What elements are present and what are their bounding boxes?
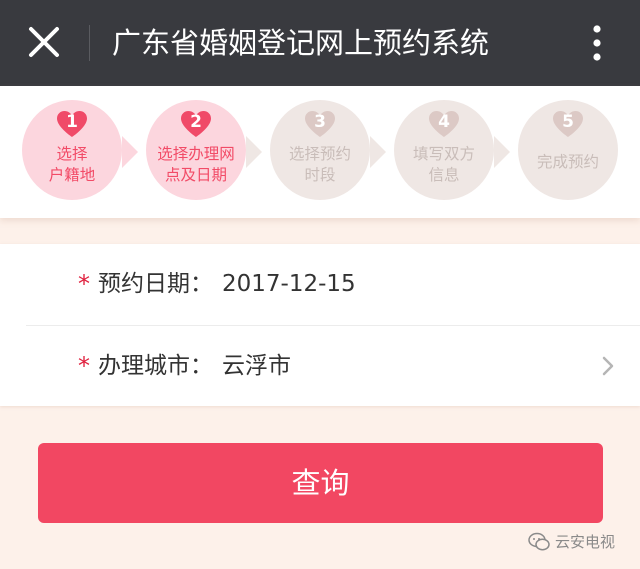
step-3: 3 选择预约 时段 xyxy=(270,100,370,200)
step-1: 1 选择 户籍地 xyxy=(22,100,122,200)
close-button[interactable] xyxy=(24,22,64,62)
step-arrow xyxy=(370,136,386,168)
step-arrow xyxy=(494,136,510,168)
city-select[interactable]: * 办理城市： 云浮市 xyxy=(0,326,640,406)
more-vertical-icon xyxy=(593,25,601,61)
date-field: * 预约日期： 2017-12-15 xyxy=(0,244,640,324)
step-number: 5 xyxy=(562,112,574,132)
step-label: 填写双方 信息 xyxy=(412,145,475,184)
wechat-icon xyxy=(528,532,550,551)
query-button[interactable]: 查询 xyxy=(38,443,603,523)
step-arrow xyxy=(122,136,138,168)
step-number: 1 xyxy=(66,112,78,132)
city-label: 办理城市： xyxy=(98,353,213,379)
watermark-text: 云安电视 xyxy=(555,533,616,551)
step-number: 3 xyxy=(314,112,326,132)
step-label: 完成预约 xyxy=(536,153,599,171)
step-label: 选择办理网 点及日期 xyxy=(157,145,235,184)
step-arrow xyxy=(246,136,262,168)
step-number: 4 xyxy=(438,112,450,132)
date-label: 预约日期： xyxy=(98,271,213,297)
top-bar: 广东省婚姻登记网上预约系统 xyxy=(0,0,640,86)
required-mark: * xyxy=(78,270,90,298)
step-4: 4 填写双方 信息 xyxy=(394,100,494,200)
appointment-form: * 预约日期： 2017-12-15 * 办理城市： 云浮市 xyxy=(0,244,640,406)
step-label: 选择预约 时段 xyxy=(288,145,351,184)
chevron-right-icon xyxy=(602,356,614,376)
step-label: 选择 户籍地 xyxy=(48,145,96,184)
required-mark: * xyxy=(78,352,90,380)
close-icon xyxy=(29,27,59,57)
title-divider xyxy=(89,25,90,61)
progress-steps: 1 选择 户籍地 2 选择办理网 点及日期 3 选择预约 时段 4 填写双方 信… xyxy=(0,86,640,218)
city-value: 云浮市 xyxy=(222,353,291,379)
date-value: 2017-12-15 xyxy=(222,271,356,297)
step-5: 5 完成预约 xyxy=(518,100,618,200)
page-title: 广东省婚姻登记网上预约系统 xyxy=(112,26,490,60)
step-number: 2 xyxy=(190,112,202,132)
more-menu-button[interactable] xyxy=(580,22,614,64)
step-2: 2 选择办理网 点及日期 xyxy=(146,100,246,200)
